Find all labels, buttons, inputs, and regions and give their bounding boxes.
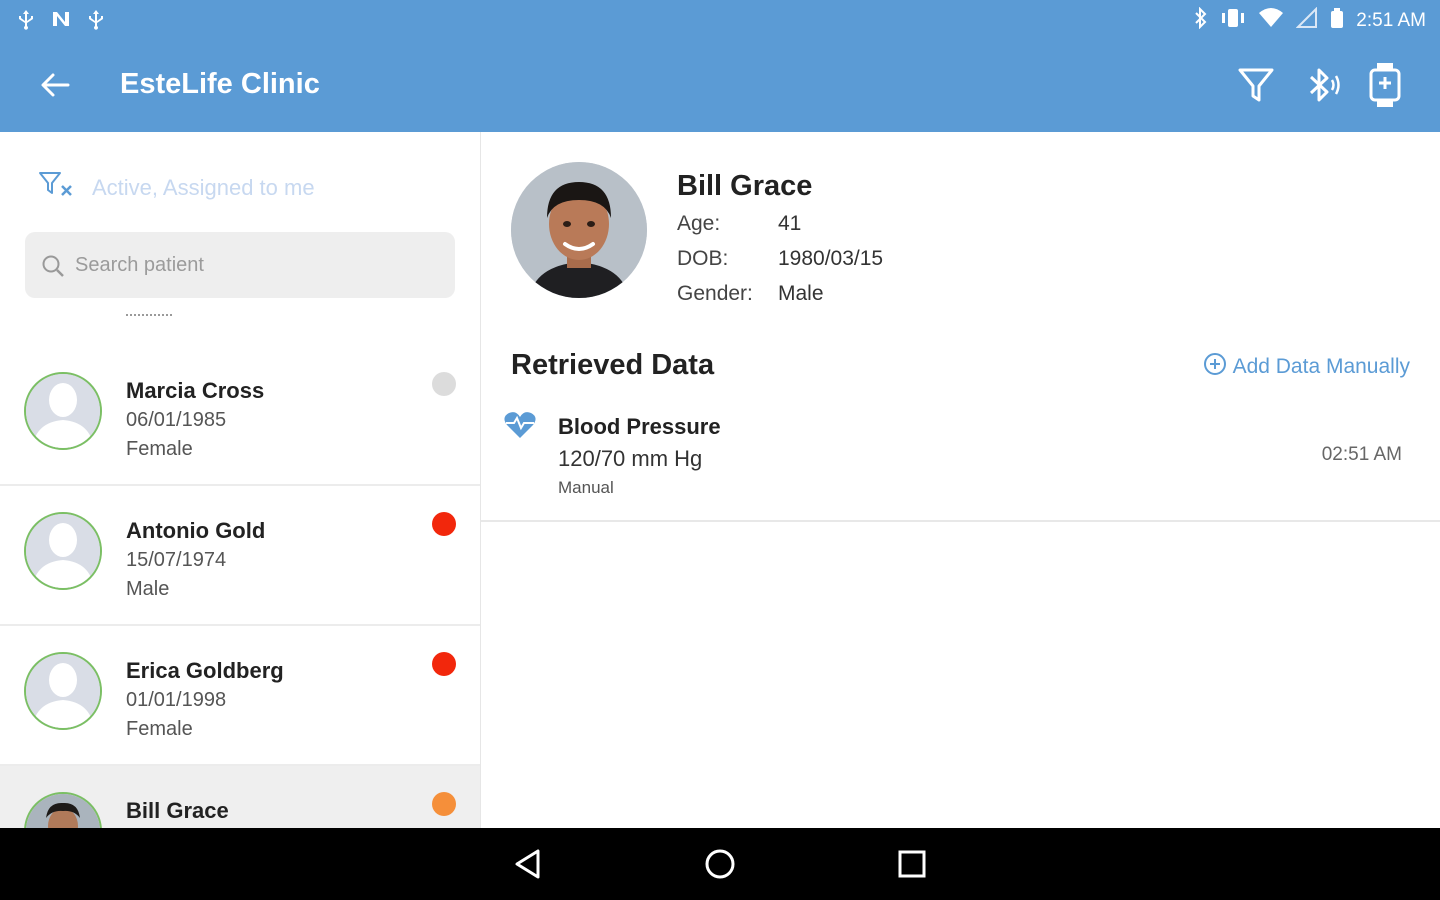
patient-row-erica-goldberg[interactable]: Erica Goldberg 01/01/1998 Female	[0, 626, 480, 766]
app-bar: EsteLife Clinic	[0, 38, 1440, 132]
usb-icon	[86, 8, 106, 35]
vibrate-icon	[1220, 7, 1246, 35]
status-dot	[432, 792, 456, 816]
status-dot	[432, 512, 456, 536]
patient-info: Age: 41 DOB: 1980/03/15 Gender: Male	[677, 212, 883, 317]
entry-time: 02:51 AM	[1321, 444, 1402, 465]
patient-name: Marcia Cross	[126, 378, 265, 403]
add-circle-icon	[1203, 352, 1227, 382]
entry-value: 120/70 mm Hg	[558, 446, 703, 471]
active-filter[interactable]: Active, Assigned to me	[38, 170, 315, 205]
patient-name: Antonio Gold	[126, 518, 266, 543]
patient-gender: Female	[126, 718, 193, 740]
add-data-manually-button[interactable]: Add Data Manually	[1203, 352, 1410, 382]
patient-photo	[511, 162, 647, 298]
status-time: 2:51 AM	[1356, 10, 1426, 31]
patient-row-bill-grace[interactable]: Bill Grace	[0, 766, 480, 828]
patient-dob: 15/07/1974	[126, 549, 227, 571]
system-nav-bar	[0, 828, 1440, 900]
avatar	[24, 372, 102, 450]
entry-title: Blood Pressure	[558, 414, 721, 439]
heart-pulse-icon	[503, 410, 537, 445]
search-placeholder: Search patient	[75, 254, 204, 276]
usb-icon	[16, 8, 36, 35]
status-bar: 2:51 AM	[0, 0, 1440, 38]
status-dot	[432, 652, 456, 676]
patient-detail-name: Bill Grace	[677, 170, 813, 202]
patient-row-marcia-cross[interactable]: Marcia Cross 06/01/1985 Female	[0, 346, 480, 486]
avatar	[24, 512, 102, 590]
patient-dob: 06/01/1985	[126, 409, 227, 431]
entry-source: Manual	[558, 478, 614, 497]
patient-list-pane: Active, Assigned to me Search patient Ma…	[0, 132, 481, 828]
search-icon	[41, 254, 65, 283]
nfc-icon	[50, 8, 72, 35]
patient-name: Bill Grace	[126, 798, 229, 823]
avatar	[24, 792, 102, 828]
patient-gender: Male	[126, 578, 170, 600]
bluetooth-device-icon[interactable]	[1302, 65, 1342, 110]
data-entry-row[interactable]: Blood Pressure 120/70 mm Hg Manual 02:51…	[481, 402, 1440, 522]
bluetooth-icon	[1194, 6, 1208, 35]
signal-icon	[1295, 6, 1318, 35]
app-title: EsteLife Clinic	[120, 68, 320, 100]
clear-filter-icon[interactable]	[38, 170, 76, 205]
wifi-icon	[1258, 7, 1284, 35]
age-label: Age:	[677, 212, 721, 235]
scrolled-item-edge	[126, 314, 172, 319]
dob-label: DOB:	[677, 247, 729, 270]
gender-value: Male	[778, 282, 824, 305]
battery-icon	[1330, 7, 1344, 35]
filter-icon[interactable]	[1236, 65, 1276, 110]
search-input[interactable]: Search patient	[25, 232, 455, 298]
nav-recents-icon[interactable]	[896, 848, 928, 885]
back-arrow-icon[interactable]	[38, 68, 72, 102]
avatar	[24, 652, 102, 730]
nav-back-icon[interactable]	[512, 848, 544, 885]
filter-label: Active, Assigned to me	[92, 174, 315, 200]
smartwatch-icon[interactable]	[1368, 62, 1402, 113]
retrieved-data-title: Retrieved Data	[511, 349, 715, 381]
patient-list: Marcia Cross 06/01/1985 Female Antonio G…	[0, 346, 480, 828]
nav-home-icon[interactable]	[704, 848, 736, 885]
patient-detail-pane: Bill Grace Age: 41 DOB: 1980/03/15 Gende…	[481, 132, 1440, 828]
age-value: 41	[778, 212, 802, 235]
patient-gender: Female	[126, 438, 193, 460]
patient-row-antonio-gold[interactable]: Antonio Gold 15/07/1974 Male	[0, 486, 480, 626]
patient-dob: 01/01/1998	[126, 689, 227, 711]
dob-value: 1980/03/15	[778, 247, 884, 270]
status-dot	[432, 372, 456, 396]
patient-name: Erica Goldberg	[126, 658, 284, 683]
gender-label: Gender:	[677, 282, 753, 305]
add-data-manually-label: Add Data Manually	[1232, 355, 1410, 378]
